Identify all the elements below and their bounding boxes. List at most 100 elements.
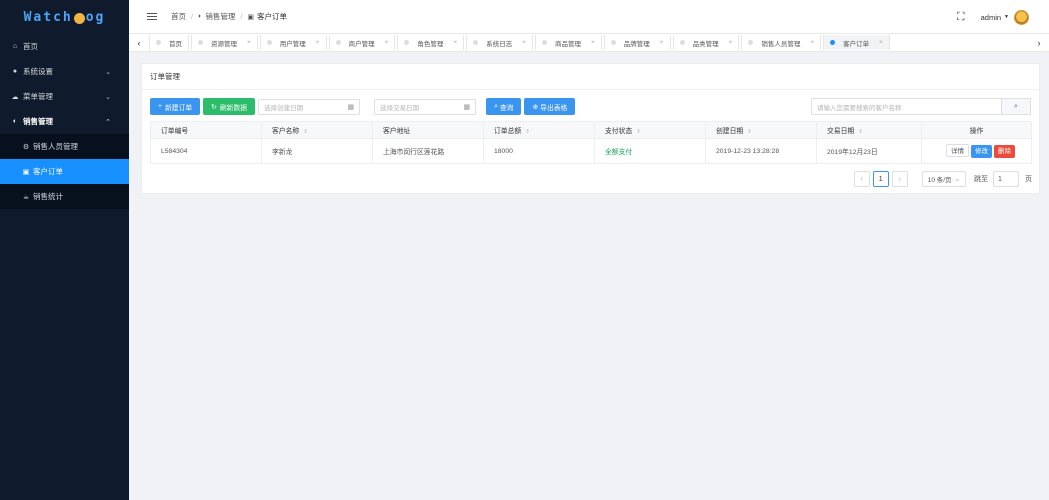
tab-dot-icon (610, 40, 616, 45)
col-deal-date[interactable]: 交易日期 ⇕ (816, 121, 922, 139)
deal-date-picker[interactable]: 选择交易日期 ▦ (374, 98, 477, 115)
new-order-button[interactable]: + 新建订单 (150, 98, 201, 115)
tab-resource-management[interactable]: 资源管理 × (191, 35, 258, 50)
tab-dot-icon (266, 40, 272, 45)
sidebar-item-customer-orders[interactable]: ▣ 客户订单 (0, 159, 129, 184)
tab-dot-icon (335, 40, 341, 45)
cloud-icon: ☁ (11, 93, 19, 101)
tab-label: 资源管理 (211, 40, 237, 48)
prev-page-button[interactable]: ‹ (853, 171, 870, 187)
sidebar-item-home[interactable]: ⌂ 首页 (0, 34, 129, 59)
sort-icon: ⇕ (747, 129, 752, 135)
page-1-button[interactable]: 1 (872, 171, 889, 187)
detail-button[interactable]: 详情 (946, 144, 969, 157)
tab-brand-management[interactable]: 品牌管理 × (603, 35, 671, 50)
sidebar-item-salesperson-management[interactable]: ⚙ 销售人员管理 (0, 134, 129, 159)
cell-order-no: L584304 (150, 138, 262, 164)
tab-customer-orders[interactable]: 客户订单 × (823, 35, 890, 50)
tab-label: 销售人员管理 (761, 40, 801, 48)
create-date-placeholder: 选择创建日期 (264, 104, 304, 112)
menu-toggle-icon[interactable] (147, 11, 157, 23)
tab-role-management[interactable]: 角色管理 × (397, 35, 465, 50)
chevron-down-icon: ⌄ (954, 176, 960, 183)
sidebar-item-label: 销售管理 (23, 117, 53, 126)
user-menu[interactable]: admin ▼ (981, 9, 1029, 25)
query-button[interactable]: ⌕ 查询 (486, 98, 522, 115)
close-icon[interactable]: × (591, 39, 595, 46)
sidebar-item-label: 客户订单 (33, 167, 63, 176)
col-created-date[interactable]: 创建日期 ⇕ (705, 121, 817, 139)
search-icon: ⌕ (1014, 102, 1018, 110)
close-icon[interactable]: × (810, 39, 814, 46)
col-customer-address: 客户地址 (372, 121, 484, 139)
tab-system-log[interactable]: 系统日志 × (466, 35, 533, 50)
cell-deal-date: 2019年12月23日 (816, 138, 922, 164)
tab-product-management[interactable]: 商品管理 × (534, 35, 602, 50)
sidebar-item-sales-statistics[interactable]: ☕ 销售统计 (0, 184, 129, 209)
cell-pay-status: 全额支付 (594, 138, 706, 164)
calendar-icon: ▦ (463, 103, 471, 111)
page-size-select[interactable]: 10 条/页 ⌄ (921, 171, 966, 187)
avatar[interactable] (1014, 9, 1029, 25)
close-icon[interactable]: × (729, 39, 733, 46)
close-icon[interactable]: × (316, 39, 320, 46)
export-icon: ⊕ (532, 103, 539, 111)
cell-address: 上海市闵行区莲花路 (372, 138, 484, 164)
edit-button[interactable]: 修改 (971, 145, 992, 158)
header-right: ⛶ admin ▼ (957, 0, 1029, 34)
close-icon[interactable]: × (879, 39, 883, 46)
jump-page-input[interactable]: 1 (993, 171, 1019, 187)
create-date-picker[interactable]: 选择创建日期 ▦ (258, 98, 361, 115)
sidebar-item-system-settings[interactable]: ● 系统设置 ⌄ (0, 59, 129, 84)
lock-icon: ▣ (247, 13, 255, 21)
export-button[interactable]: ⊕ 导出表格 (524, 98, 576, 115)
settings-icon: ● (12, 68, 18, 75)
breadcrumb: 首页 / ◐ 销售管理 / ▣ 客户订单 (171, 11, 287, 22)
close-icon[interactable]: × (660, 39, 664, 46)
col-customer-name[interactable]: 客户名称 ⇕ (261, 121, 373, 139)
top-header: 首页 / ◐ 销售管理 / ▣ 客户订单 ⛶ admin ▼ (129, 0, 1049, 34)
sort-icon: ⇕ (858, 129, 863, 135)
tab-label: 商品管理 (554, 40, 581, 48)
gear-icon: ⚙ (22, 143, 30, 151)
tab-label: 品牌管理 (623, 40, 650, 48)
breadcrumb-item-home[interactable]: 首页 (171, 11, 186, 22)
plus-icon: + (158, 103, 162, 110)
tab-merchant-management[interactable]: 商户管理 × (328, 35, 396, 50)
app-logo[interactable]: Watch og (0, 0, 129, 34)
search-icon: ⌕ (494, 102, 498, 110)
close-icon[interactable]: × (522, 39, 526, 46)
half-circle-icon: ◐ (12, 118, 18, 125)
tab-label: 系统日志 (486, 40, 513, 48)
tab-user-management[interactable]: 用户管理 × (259, 35, 327, 50)
tab-dot-icon (748, 40, 754, 45)
dog-logo-icon (73, 12, 85, 24)
tab-category-management[interactable]: 品类管理 × (672, 35, 740, 50)
close-icon[interactable]: × (247, 39, 251, 46)
col-order-total[interactable]: 订单总额 ⇕ (483, 121, 595, 139)
breadcrumb-item-sales[interactable]: 销售管理 (205, 11, 235, 22)
fullscreen-icon[interactable]: ⛶ (957, 11, 965, 24)
search-button[interactable]: ⌕ (1002, 98, 1031, 115)
home-icon: ⌂ (12, 43, 18, 50)
next-page-button[interactable]: › (891, 171, 908, 187)
tab-home[interactable]: 首页 (149, 35, 189, 50)
table-header-row: 订单编号 客户名称 ⇕ 客户地址 订单总额 ⇕ 支付状态 ⇕ 创建日期 ⇕ 交易日期 ⇕ … (150, 121, 1032, 139)
tabs: 首页 资源管理 × 用户管理 × 商户管理 × 角色管理 × 系统日志 × 商品管理 × 品… (149, 35, 1029, 50)
delete-button[interactable]: 删除 (994, 145, 1015, 158)
tabs-scroll-right-icon[interactable]: › (1029, 38, 1049, 48)
sidebar-item-menu-management[interactable]: ☁ 菜单管理 ⌄ (0, 84, 129, 109)
search-input[interactable]: 请输入您需要搜索的客户名称 (811, 98, 1002, 115)
col-order-no: 订单编号 (150, 121, 262, 139)
refresh-button[interactable]: ↻ 刷新数据 (203, 98, 256, 115)
col-pay-status[interactable]: 支付状态 ⇕ (594, 121, 706, 139)
tabs-scroll-left-icon[interactable]: ‹ (129, 38, 149, 48)
customer-search: 请输入您需要搜索的客户名称 ⌕ (811, 98, 1031, 115)
sales-submenu: ⚙ 销售人员管理 ▣ 客户订单 ☕ 销售统计 (0, 134, 129, 209)
tab-salesperson-management[interactable]: 销售人员管理 × (741, 35, 822, 50)
cell-actions: 详情 修改 删除 (921, 138, 1032, 164)
close-icon[interactable]: × (453, 39, 457, 46)
sidebar-item-sales-management[interactable]: ◐ 销售管理 ⌃ (0, 109, 129, 134)
tab-label: 客户订单 (843, 40, 870, 48)
close-icon[interactable]: × (385, 39, 389, 46)
